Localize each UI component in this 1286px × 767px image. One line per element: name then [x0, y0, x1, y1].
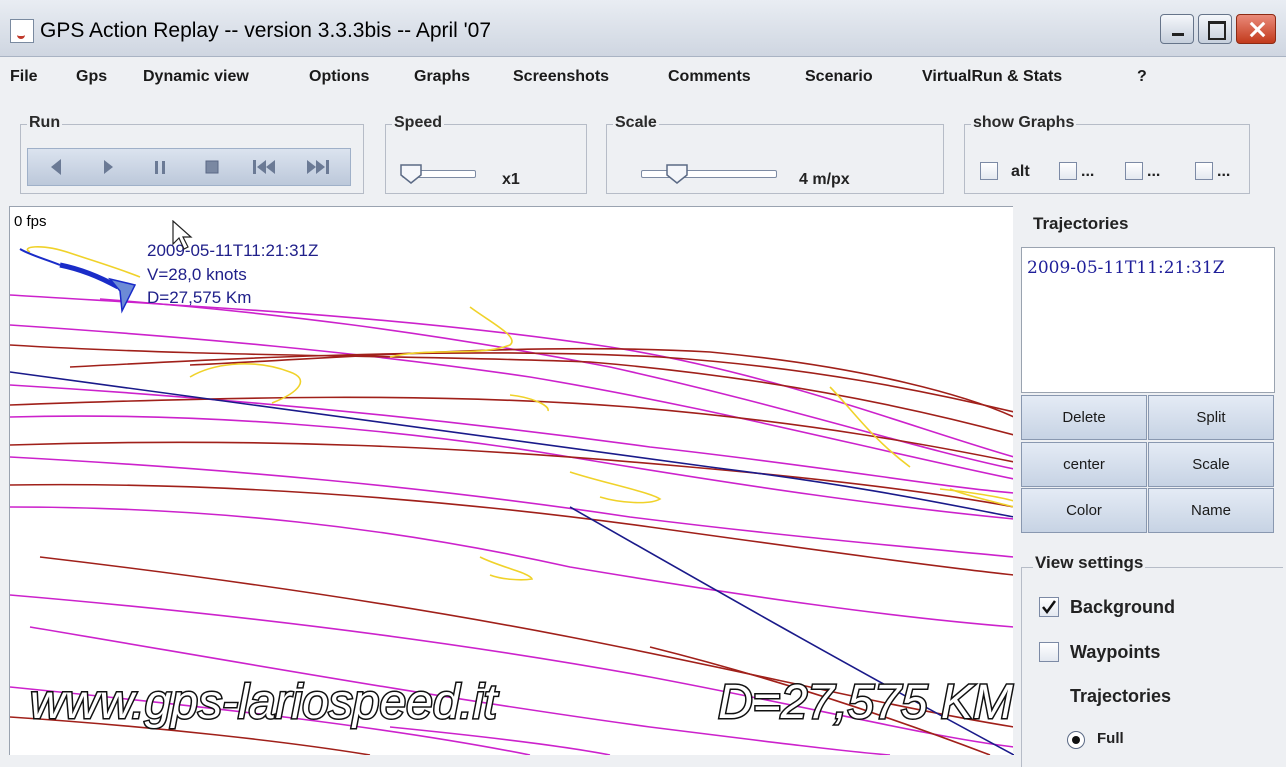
- speed-slider-thumb[interactable]: [399, 163, 423, 185]
- step-back-button[interactable]: [42, 153, 70, 181]
- title-bar: GPS Action Replay -- version 3.3.3bis --…: [0, 0, 1286, 57]
- menu-dynamic-view[interactable]: Dynamic view: [143, 68, 249, 86]
- track-yellow-5: [569, 471, 662, 504]
- graph-2-checkbox[interactable]: [1059, 162, 1077, 180]
- track-maroon-2: [10, 344, 1014, 436]
- waypoints-label: Waypoints: [1070, 642, 1161, 662]
- menu-screenshots[interactable]: Screenshots: [513, 68, 609, 86]
- menu-bar: File Gps Dynamic view Options Graphs Scr…: [0, 57, 1286, 100]
- track-yellow-7: [939, 488, 1014, 502]
- menu-file[interactable]: File: [10, 68, 38, 86]
- checkmark-icon: [1042, 600, 1057, 615]
- pause-button[interactable]: [146, 153, 174, 181]
- scale-group-label: Scale: [613, 114, 659, 132]
- minimize-button[interactable]: [1160, 14, 1194, 44]
- step-back-icon: [51, 159, 61, 175]
- menu-scenario[interactable]: Scenario: [805, 68, 873, 86]
- run-group-label: Run: [27, 114, 63, 132]
- track-magenta-1: [10, 294, 1014, 458]
- center-button[interactable]: center: [1021, 442, 1147, 487]
- stop-icon: [205, 160, 219, 174]
- trajectories-list[interactable]: 2009-05-11T11:21:31Z: [1021, 247, 1275, 393]
- track-yellow-2: [189, 363, 302, 404]
- name-button[interactable]: Name: [1148, 488, 1274, 533]
- track-maroon-3: [189, 347, 1014, 418]
- play-button[interactable]: [94, 153, 122, 181]
- menu-graphs[interactable]: Graphs: [414, 68, 470, 86]
- java-app-icon: [10, 19, 34, 43]
- graph-3-label: ...: [1147, 163, 1161, 180]
- graph-alt-checkbox[interactable]: [980, 162, 998, 180]
- run-group: Run: [20, 114, 364, 194]
- trajectory-item[interactable]: 2009-05-11T11:21:31Z: [1027, 258, 1225, 278]
- pause-icon: [155, 161, 165, 174]
- toolbar: Run Speed x1 Scale 4 m/px show Graphs al…: [0, 99, 1286, 204]
- skip-to-end-icon: [307, 160, 329, 174]
- speed-group: Speed x1: [385, 114, 587, 194]
- graph-2-label: ...: [1081, 163, 1095, 180]
- scale-button[interactable]: Scale: [1148, 442, 1274, 487]
- view-settings-title: View settings: [1033, 553, 1146, 573]
- active-trajectory-trail: [19, 248, 61, 266]
- menu-help[interactable]: ?: [1137, 68, 1147, 86]
- color-button[interactable]: Color: [1021, 488, 1147, 533]
- scale-group: Scale 4 m/px: [606, 114, 944, 194]
- speed-group-label: Speed: [392, 114, 445, 132]
- stop-button[interactable]: [198, 153, 226, 181]
- window-title: GPS Action Replay -- version 3.3.3bis --…: [40, 19, 492, 42]
- track-navy-2: [569, 506, 1014, 755]
- split-button[interactable]: Split: [1148, 395, 1274, 440]
- graph-alt-label: alt: [1011, 163, 1030, 180]
- track-yellow-4: [509, 394, 549, 412]
- menu-virtualrun-stats[interactable]: VirtualRun & Stats: [922, 68, 1062, 86]
- trajectories-setting-label: Trajectories: [1070, 686, 1172, 706]
- close-button[interactable]: [1236, 14, 1276, 44]
- background-label: Background: [1070, 597, 1176, 617]
- play-icon: [104, 160, 113, 174]
- track-magenta-6: [10, 456, 1014, 558]
- track-navy-1: [10, 371, 1014, 518]
- delete-button[interactable]: Delete: [1021, 395, 1147, 440]
- track-maroon-8: [10, 716, 371, 755]
- scale-value: 4 m/px: [799, 171, 850, 188]
- maximize-button[interactable]: [1198, 14, 1232, 44]
- fps-counter: 0 fps: [14, 213, 47, 230]
- run-controls: [27, 148, 351, 186]
- track-magenta-4: [10, 384, 1014, 494]
- full-label: Full: [1097, 730, 1124, 747]
- track-yellow-8: [829, 386, 911, 468]
- scale-slider-track[interactable]: [641, 170, 777, 178]
- show-graphs-group: show Graphs alt ... ... ...: [964, 114, 1250, 194]
- track-magenta-2: [10, 324, 1014, 480]
- track-maroon-7: [39, 556, 1014, 728]
- show-graphs-label: show Graphs: [971, 114, 1077, 132]
- mouse-cursor-icon: [172, 220, 193, 250]
- right-panel: Trajectories 2009-05-11T11:21:31Z Delete…: [1013, 206, 1286, 767]
- full-radio[interactable]: [1067, 731, 1085, 749]
- skip-to-start-button[interactable]: [250, 153, 278, 181]
- position-arrow-icon: [107, 277, 137, 314]
- menu-comments[interactable]: Comments: [668, 68, 751, 86]
- menu-options[interactable]: Options: [309, 68, 369, 86]
- skip-to-end-button[interactable]: [304, 153, 332, 181]
- track-maroon-6: [10, 483, 1014, 576]
- track-yellow-6: [479, 556, 534, 581]
- graph-4-label: ...: [1217, 163, 1231, 180]
- trajectories-title: Trajectories: [1033, 214, 1129, 233]
- active-trajectory-segment: [59, 262, 120, 290]
- track-magenta-10: [10, 594, 1014, 748]
- waypoints-checkbox[interactable]: [1039, 642, 1059, 662]
- scale-slider-thumb[interactable]: [665, 163, 689, 185]
- map-view[interactable]: 0 fps 2009-05-11T11:21:31Z V=28,0 knots …: [9, 206, 1014, 755]
- background-checkbox[interactable]: [1039, 597, 1059, 617]
- graph-4-checkbox[interactable]: [1195, 162, 1213, 180]
- position-speed: V=28,0 knots: [147, 265, 247, 284]
- track-magenta-11: [389, 726, 611, 755]
- menu-gps[interactable]: Gps: [76, 68, 107, 86]
- position-distance: D=27,575 Km: [147, 288, 252, 307]
- speed-value: x1: [502, 171, 520, 188]
- skip-to-start-icon: [253, 160, 275, 174]
- graph-3-checkbox[interactable]: [1125, 162, 1143, 180]
